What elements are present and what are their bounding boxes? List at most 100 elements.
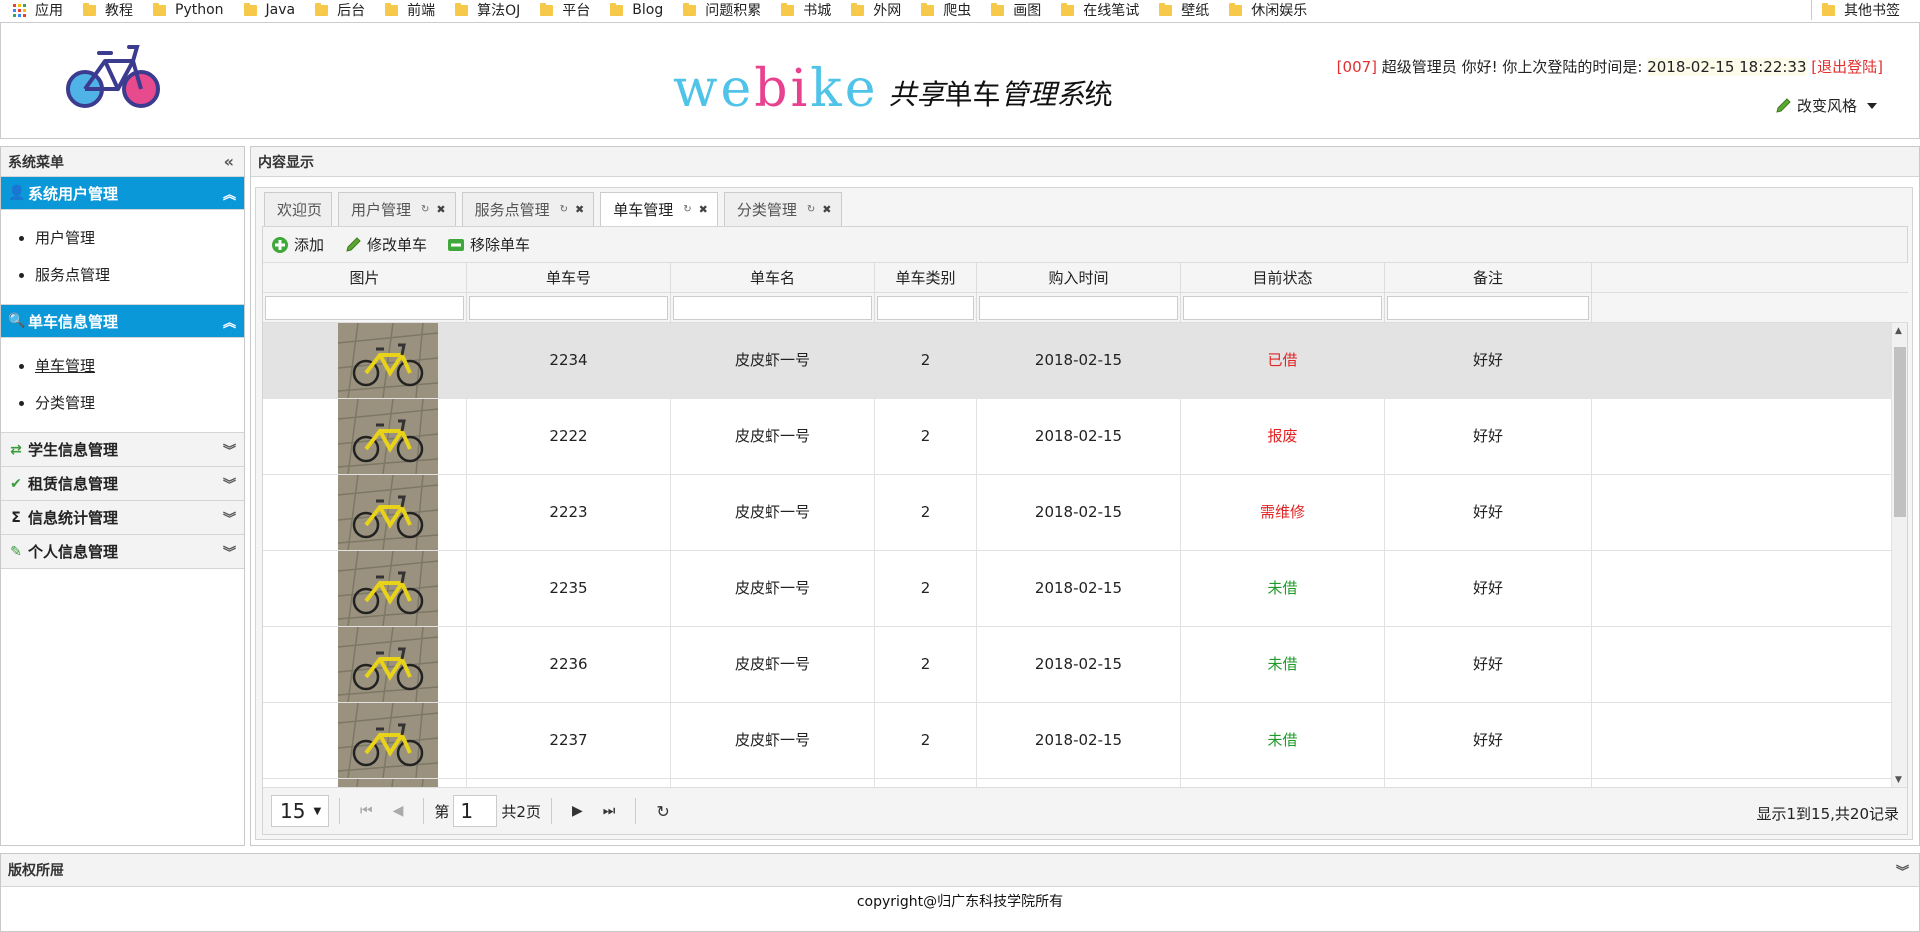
bookmark-label: 问题积累 — [705, 3, 762, 19]
column-header[interactable]: 单车类别 — [875, 263, 977, 293]
bookmark-label: 爬虫 — [943, 3, 972, 19]
table-row[interactable]: 2222 皮皮虾一号 2 2018-02-15 报废 好好 — [263, 399, 1892, 475]
scrollbar-thumb[interactable] — [1894, 347, 1906, 517]
add-label: 添加 — [294, 236, 325, 254]
column-header[interactable]: 备注 — [1385, 263, 1592, 293]
vertical-scrollbar[interactable]: ▲ ▼ — [1891, 323, 1907, 788]
prev-page-icon[interactable]: ◀ — [393, 803, 404, 819]
bookmark-folder[interactable]: 后台 — [306, 0, 376, 20]
cell-type: 2 — [875, 323, 977, 398]
scroll-up-icon[interactable]: ▲ — [1895, 326, 1902, 336]
logout-link[interactable]: [退出登陆] — [1811, 58, 1883, 76]
column-header[interactable]: 目前状态 — [1181, 263, 1385, 293]
refresh-icon[interactable]: ↻ — [656, 802, 669, 821]
remove-label: 移除单车 — [470, 236, 531, 254]
column-header[interactable]: 单车号 — [467, 263, 671, 293]
folder-icon — [1061, 2, 1075, 16]
sidebar-group-statistics[interactable]: Σ 信息统计管理 ︾ — [1, 501, 244, 535]
column-filter-input[interactable] — [1183, 296, 1382, 320]
search-icon: 🔍 — [8, 313, 26, 329]
column-filter-input[interactable] — [673, 296, 872, 320]
add-button[interactable]: 添加 — [271, 234, 324, 255]
table-row[interactable]: 2223 皮皮虾一号 2 2018-02-15 需维修 好好 — [263, 475, 1892, 551]
bookmark-folder[interactable]: 休闲娱乐 — [1220, 0, 1318, 20]
bike-photo — [338, 551, 438, 626]
bookmark-folder[interactable]: 平台 — [531, 0, 601, 20]
bookmark-label: 画图 — [1013, 3, 1042, 19]
column-filter-input[interactable] — [265, 296, 464, 320]
table-row[interactable]: 2235 皮皮虾一号 2 2018-02-15 未借 好好 — [263, 551, 1892, 627]
sidebar-item-service-point[interactable]: 服务点管理 — [35, 257, 244, 294]
remove-bike-button[interactable]: 移除单车 — [447, 234, 530, 255]
bookmark-folder[interactable]: 前端 — [376, 0, 446, 20]
bookmark-folder[interactable]: 画图 — [982, 0, 1052, 20]
refresh-icon[interactable]: ↻ — [683, 204, 691, 215]
page-size-select[interactable]: 15 ▼ — [271, 795, 329, 827]
sidebar-group-personal-info[interactable]: ✎ 个人信息管理 ︾ — [1, 535, 244, 569]
chevron-down-icon[interactable]: ︾ — [1896, 861, 1909, 880]
sidebar-group-rental-info[interactable]: ✔ 租赁信息管理 ︾ — [1, 467, 244, 501]
sidebar-group-system-users[interactable]: 👤 系统用户管理 ︽ — [1, 177, 244, 210]
bookmark-folder[interactable]: Blog — [601, 0, 674, 20]
next-page-icon[interactable]: ▶ — [572, 803, 583, 819]
cell-note: 好好 — [1385, 323, 1592, 398]
change-style-button[interactable]: 改变风格 — [1774, 95, 1877, 116]
column-filter-input[interactable] — [877, 296, 974, 320]
column-filter-input[interactable] — [979, 296, 1178, 320]
grid-toolbar: 添加 修改单车 移除单车 — [263, 227, 1907, 263]
cell-type: 2 — [875, 627, 977, 702]
column-header[interactable]: 购入时间 — [977, 263, 1181, 293]
collapse-left-icon[interactable]: « — [224, 152, 234, 171]
bookmark-folder[interactable]: 教程 — [74, 0, 144, 20]
close-icon[interactable]: ✖ — [822, 203, 831, 216]
edit-bike-button[interactable]: 修改单车 — [344, 234, 427, 255]
bookmark-folder[interactable]: 爬虫 — [912, 0, 982, 20]
bookmark-folder[interactable]: 在线笔试 — [1052, 0, 1150, 20]
refresh-icon[interactable]: ↻ — [560, 204, 568, 215]
refresh-icon[interactable]: ↻ — [807, 204, 815, 215]
last-page-icon[interactable]: ⏭ — [603, 803, 616, 819]
page-number-input[interactable]: 1 — [453, 795, 498, 827]
cell-name: 皮皮虾一号 — [671, 627, 875, 702]
sidebar-item-bike-management[interactable]: 单车管理 — [35, 348, 244, 385]
table-row[interactable]: 2237 皮皮虾一号 2 2018-02-15 未借 好好 — [263, 703, 1892, 779]
column-header[interactable]: 图片 — [263, 263, 467, 293]
bookmark-folder[interactable]: 书城 — [772, 0, 842, 20]
bookmark-folder[interactable]: 算法OJ — [446, 0, 531, 20]
sidebar-group-bike-info[interactable]: 🔍 单车信息管理 ︽ — [1, 305, 244, 338]
close-icon[interactable]: ✖ — [436, 203, 445, 216]
bookmark-folder[interactable]: Java — [235, 0, 307, 20]
bookmark-folder[interactable]: 外网 — [842, 0, 912, 20]
close-icon[interactable]: ✖ — [575, 203, 584, 216]
tab-user-management[interactable]: 用户管理 ↻ ✖ — [338, 192, 456, 226]
table-row[interactable]: 2234 皮皮虾一号 2 2018-02-15 已借 好好 — [263, 323, 1892, 399]
sidebar-item-user-management[interactable]: 用户管理 — [35, 220, 244, 257]
refresh-icon[interactable]: ↻ — [421, 204, 429, 215]
tab-category[interactable]: 分类管理 ↻ ✖ — [723, 192, 842, 226]
sidebar-item-category[interactable]: 分类管理 — [35, 385, 244, 422]
bookmark-folder[interactable]: Python — [144, 0, 235, 20]
bookmark-folder[interactable]: 壁纸 — [1150, 0, 1220, 20]
footer-panel: 版权所屉 ︾ copyright@归广东科技学院所有 — [0, 853, 1920, 932]
first-page-icon[interactable]: ⏮ — [360, 803, 373, 819]
column-header[interactable]: 单车名 — [671, 263, 875, 293]
bookmark-apps[interactable]: 应用 — [0, 0, 74, 20]
tab-bike-management[interactable]: 单车管理 ↻ ✖ — [600, 192, 718, 226]
bookmark-other[interactable]: 其他书签 — [1811, 0, 1920, 20]
tab-label: 单车管理 — [613, 201, 674, 219]
cell-picture — [263, 475, 467, 550]
cell-note: 好好 — [1385, 475, 1592, 550]
bookmark-folder[interactable]: 问题积累 — [674, 0, 772, 20]
column-filter-input[interactable] — [1387, 296, 1589, 320]
scroll-down-icon[interactable]: ▼ — [1895, 775, 1902, 785]
sidebar-group-student-info[interactable]: ⇄ 学生信息管理 ︾ — [1, 433, 244, 467]
sigma-icon: Σ — [11, 509, 21, 526]
tab-welcome[interactable]: 欢迎页 — [264, 192, 333, 226]
tab-service-point[interactable]: 服务点管理 ↻ ✖ — [461, 192, 595, 226]
cell-id: 2236 — [467, 627, 671, 702]
folder-icon — [385, 2, 399, 16]
table-row[interactable]: 2236 皮皮虾一号 2 2018-02-15 未借 好好 — [263, 627, 1892, 703]
column-filter-input[interactable] — [469, 296, 668, 320]
close-icon[interactable]: ✖ — [699, 203, 708, 216]
cell-status: 需维修 — [1181, 475, 1385, 550]
